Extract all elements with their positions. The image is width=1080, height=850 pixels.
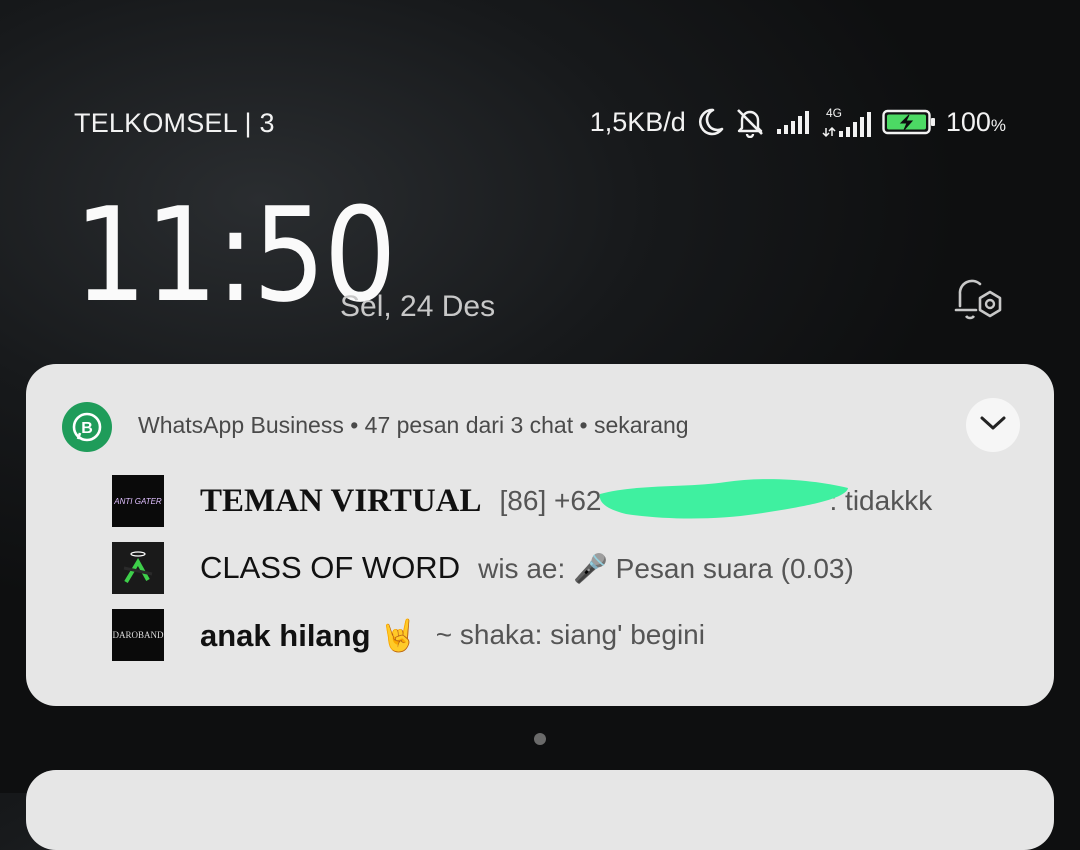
network-type-label: 4G (826, 106, 842, 120)
chevron-down-icon (979, 414, 1007, 437)
whatsapp-business-icon: B (62, 402, 112, 452)
notification-settings-icon[interactable] (950, 272, 1010, 328)
notification-header: WhatsApp Business • 47 pesan dari 3 chat… (138, 412, 689, 438)
status-icons: 1,5KB/d 4G 100% (590, 106, 1006, 138)
battery-percent: 100% (945, 106, 1006, 137)
redaction-mark (599, 479, 848, 519)
carrier-label: TELKOMSEL | 3 (74, 108, 275, 138)
chat-name: CLASS OF WORD (200, 550, 461, 585)
chat-preview: ~ shaka: siang' begini (435, 619, 705, 650)
message-summary: 47 pesan dari 3 chat (364, 412, 574, 438)
collapse-button[interactable] (966, 398, 1020, 452)
notification-time: sekarang (593, 412, 689, 438)
whatsapp-notification-card[interactable]: B WhatsApp Business • 47 pesan dari 3 ch… (26, 364, 1054, 706)
chat-avatar (112, 542, 164, 594)
chat-row-anak-hilang[interactable]: DAROBAND anak hilang 🤘 ~ shaka: siang' b… (112, 608, 705, 662)
bell-off-icon (734, 106, 766, 138)
signal-icon (776, 109, 812, 135)
battery-charging-icon (882, 109, 936, 135)
chat-avatar: DAROBAND (112, 609, 164, 661)
network-speed: 1,5KB/d (589, 106, 686, 137)
app-name: WhatsApp Business (138, 412, 344, 438)
chat-avatar: ANTI GATER (112, 475, 164, 527)
page-indicator-dot (534, 733, 546, 745)
chat-row-class-of-word[interactable]: CLASS OF WORD wis ae: 🎤 Pesan suara (0.0… (112, 541, 854, 595)
moon-icon (696, 107, 724, 137)
chat-name: anak hilang 🤘 (200, 617, 418, 653)
clock-date: Sel, 24 Des (340, 290, 496, 323)
next-notification-card[interactable] (26, 770, 1054, 850)
chat-name: TEMAN VIRTUAL (200, 482, 482, 519)
chat-preview: wis ae: 🎤 Pesan suara (0.03) (478, 552, 854, 584)
signal-4g-icon: 4G (822, 106, 872, 138)
status-bar: TELKOMSEL | 3 1,5KB/d 4G 100% (0, 100, 1080, 148)
svg-text:B: B (81, 420, 93, 437)
